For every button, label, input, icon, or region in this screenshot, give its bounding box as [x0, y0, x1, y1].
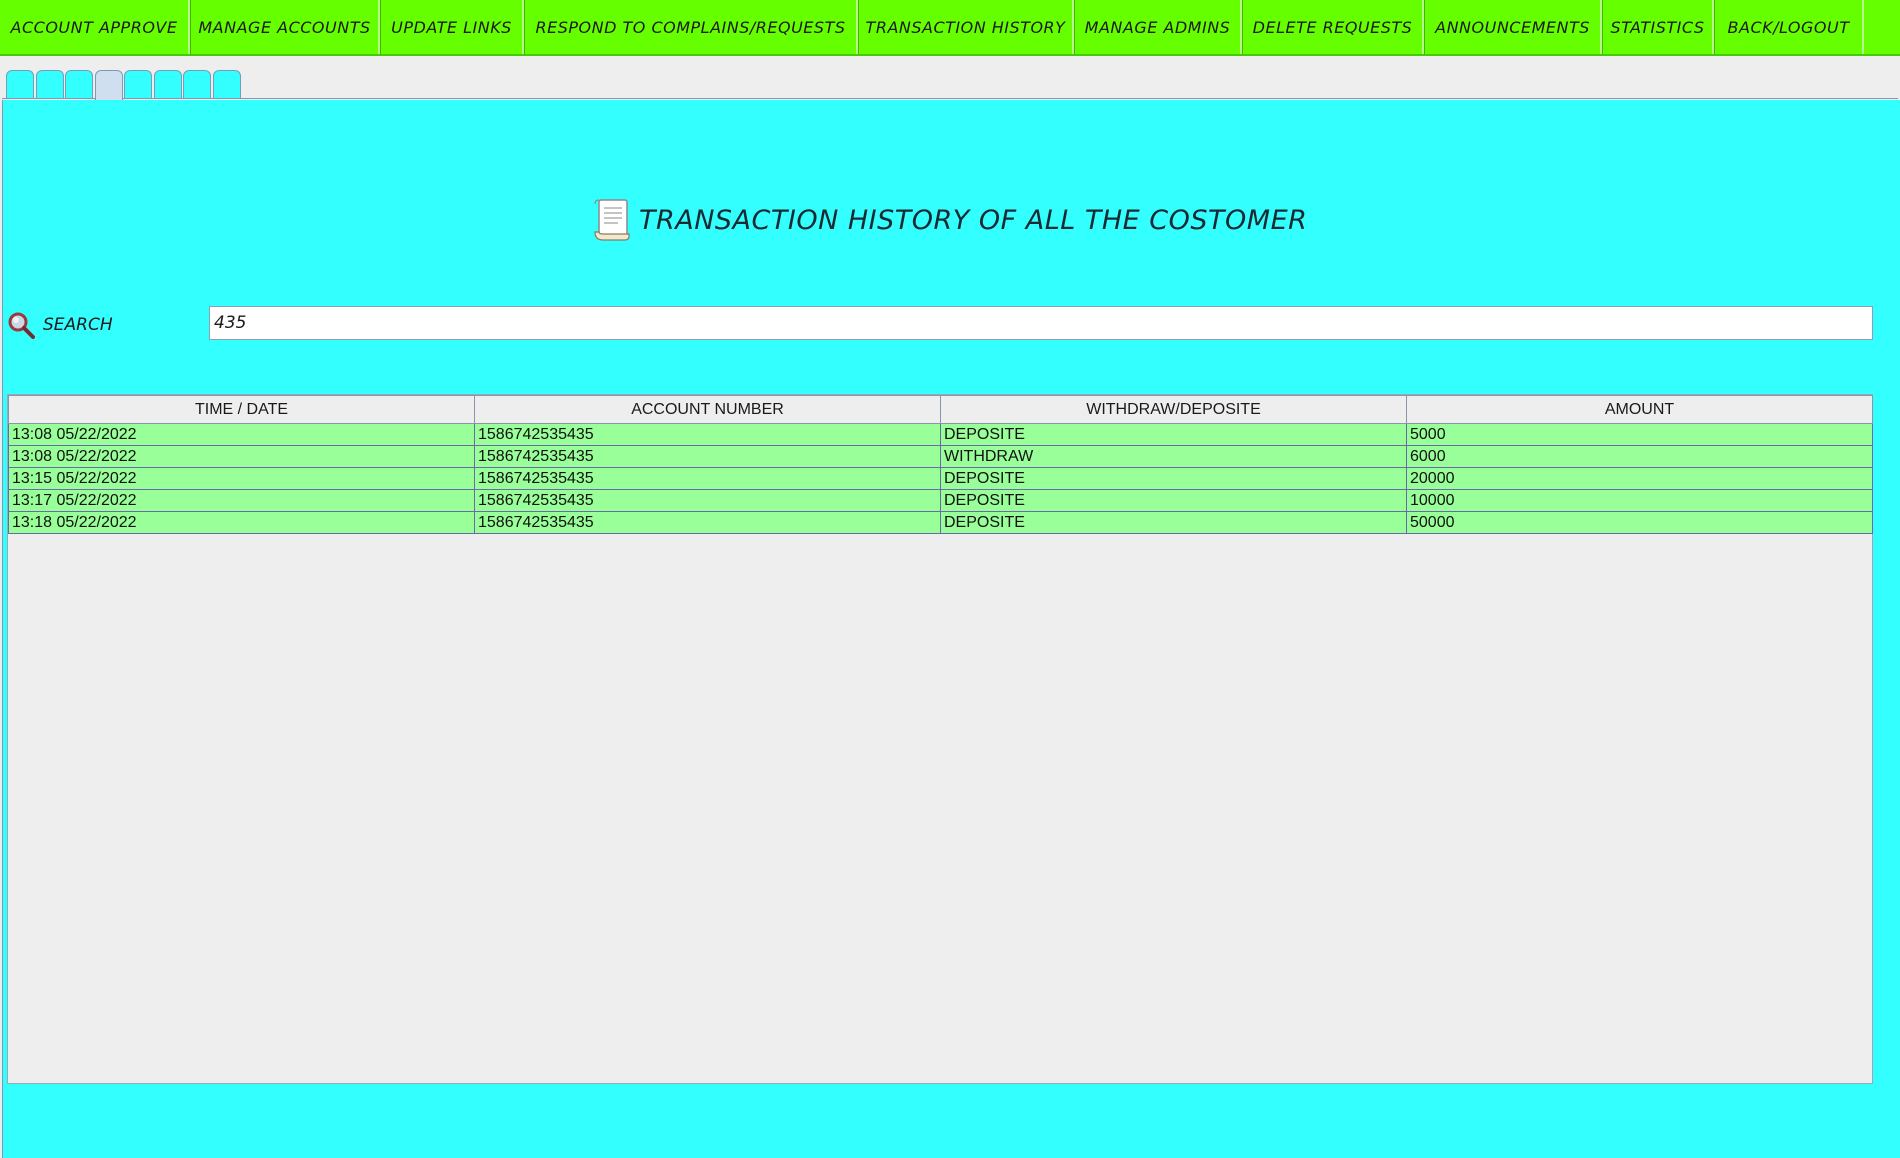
search-input[interactable]: [209, 306, 1873, 340]
page-header: TRANSACTION HISTORY OF ALL THE COSTOMER: [591, 195, 1307, 245]
tab-divider: [2, 98, 1898, 99]
menu-account-approve-button[interactable]: ACCOUNT APPROVE: [0, 0, 190, 54]
table-cell: 13:15 05/22/2022: [8, 467, 475, 490]
tab-8[interactable]: [212, 70, 241, 98]
transaction-history-panel: TRANSACTION HISTORY OF ALL THE COSTOMER …: [2, 100, 1900, 1158]
tab-3[interactable]: [65, 70, 93, 98]
tab-5[interactable]: [124, 70, 152, 98]
table-cell: 13:17 05/22/2022: [8, 489, 475, 512]
table-row[interactable]: 13:15 05/22/2022 1586742535435 DEPOSITE 200…: [8, 467, 1873, 490]
top-menu-bar: ACCOUNT APPROVE MANAGE ACCOUNTS UPDATE LIN…: [0, 0, 1900, 56]
table-cell: DEPOSITE: [940, 467, 1407, 490]
table-row[interactable]: 13:17 05/22/2022 1586742535435 DEPOSITE 100…: [8, 489, 1873, 512]
menu-statistics-button[interactable]: STATISTICS: [1602, 0, 1714, 54]
column-header[interactable]: TIME / DATE: [8, 395, 475, 424]
menu-announcements-button[interactable]: ANNOUNCEMENTS: [1424, 0, 1602, 54]
table-cell: 10000: [1406, 489, 1873, 512]
tab-7[interactable]: [183, 70, 211, 98]
search-icon: [8, 312, 35, 339]
tab-1[interactable]: [6, 70, 34, 98]
table-cell: 13:08 05/22/2022: [8, 423, 475, 446]
table-cell: 1586742535435: [474, 467, 941, 490]
table-cell: 13:08 05/22/2022: [8, 445, 475, 468]
tab-4[interactable]: [94, 70, 123, 100]
column-header[interactable]: WITHDRAW/DEPOSITE: [940, 395, 1407, 424]
column-header[interactable]: AMOUNT: [1406, 395, 1873, 424]
table-header-row: TIME / DATE ACCOUNT NUMBER WITHDRAW/DEPOSI…: [8, 395, 1873, 424]
menu-manage-accounts-button[interactable]: MANAGE ACCOUNTS: [190, 0, 380, 54]
search-label-group: SEARCH: [7, 310, 113, 340]
menu-delete-requests-button[interactable]: DELETE REQUESTS: [1242, 0, 1424, 54]
menu-respond-complains-button[interactable]: RESPOND TO COMPLAINS/REQUESTS: [524, 0, 858, 54]
receipt-icon: [594, 199, 630, 241]
table-cell: DEPOSITE: [940, 511, 1407, 534]
table-cell: 1586742535435: [474, 511, 941, 534]
table-cell: DEPOSITE: [940, 489, 1407, 512]
table-cell: DEPOSITE: [940, 423, 1407, 446]
menu-update-links-button[interactable]: UPDATE LINKS: [380, 0, 524, 54]
search-label: SEARCH: [43, 315, 113, 335]
transaction-table: TIME / DATE ACCOUNT NUMBER WITHDRAW/DEPOSI…: [8, 395, 1873, 534]
table-row[interactable]: 13:08 05/22/2022 1586742535435 DEPOSITE 500…: [8, 423, 1873, 446]
table-cell: WITHDRAW: [940, 445, 1407, 468]
tab-6[interactable]: [153, 70, 182, 98]
tab-strip: [0, 58, 1900, 100]
menu-back-logout-button[interactable]: BACK/LOGOUT: [1714, 0, 1864, 54]
table-cell: 50000: [1406, 511, 1873, 534]
column-header[interactable]: ACCOUNT NUMBER: [474, 395, 941, 424]
table-row[interactable]: 13:18 05/22/2022 1586742535435 DEPOSITE 500…: [8, 511, 1873, 534]
table-cell: 1586742535435: [474, 489, 941, 512]
menu-transaction-history-button[interactable]: TRANSACTION HISTORY: [858, 0, 1074, 54]
tab-2[interactable]: [35, 70, 64, 98]
page-title: TRANSACTION HISTORY OF ALL THE COSTOMER: [639, 204, 1308, 236]
table-cell: 6000: [1406, 445, 1873, 468]
table-cell: 20000: [1406, 467, 1873, 490]
menu-manage-admins-button[interactable]: MANAGE ADMINS: [1074, 0, 1242, 54]
table-cell: 1586742535435: [474, 423, 941, 446]
table-cell: 13:18 05/22/2022: [8, 511, 475, 534]
table-cell: 1586742535435: [474, 445, 941, 468]
transaction-table-container[interactable]: TIME / DATE ACCOUNT NUMBER WITHDRAW/DEPOSI…: [7, 394, 1873, 1084]
table-row[interactable]: 13:08 05/22/2022 1586742535435 WITHDRAW 600…: [8, 445, 1873, 468]
table-cell: 5000: [1406, 423, 1873, 446]
